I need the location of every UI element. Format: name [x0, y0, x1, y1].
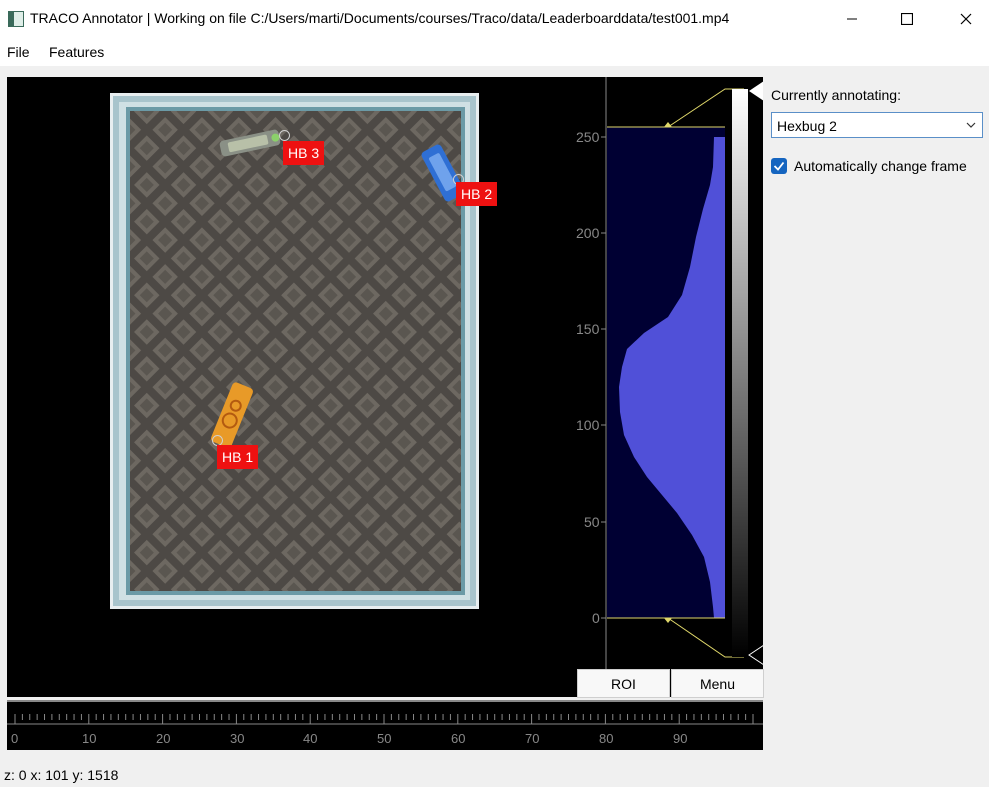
maximize-icon: [901, 13, 913, 25]
selected-target: Hexbug 2: [777, 118, 837, 134]
timeline-ruler: 0 10 20 30 40 50 60 70 80 90: [7, 700, 763, 746]
timeline-tick-60: 60: [451, 731, 465, 746]
tick-150: 150: [576, 321, 600, 337]
gradient-top-handle[interactable]: [749, 81, 763, 101]
auto-change-frame-checkbox[interactable]: [771, 158, 787, 174]
histogram-menu-button[interactable]: Menu: [671, 669, 764, 698]
tick-50: 50: [584, 514, 600, 530]
minimize-button[interactable]: [829, 0, 875, 38]
timeline-tick-70: 70: [525, 731, 539, 746]
hb3-marker[interactable]: [279, 130, 290, 141]
arena-image: [110, 93, 479, 609]
video-view[interactable]: HB 3 HB 2 HB 1 250 200 150 100 50 0 ROI …: [7, 77, 764, 698]
hb2-label: HB 2: [456, 182, 498, 206]
status-bar: z: 0 x: 101 y: 1518: [4, 767, 119, 783]
minimize-icon: [847, 18, 857, 20]
chevron-down-icon: [966, 122, 976, 128]
menu-file[interactable]: File: [7, 44, 30, 60]
app-icon: [8, 11, 24, 27]
timeline-tick-10: 10: [82, 731, 96, 746]
gradient-bottom-handle[interactable]: [748, 645, 763, 665]
frame-timeline[interactable]: 0 10 20 30 40 50 60 70 80 90: [7, 700, 763, 750]
close-button[interactable]: [943, 0, 989, 38]
currently-annotating-label: Currently annotating:: [771, 87, 901, 103]
timeline-tick-50: 50: [377, 731, 391, 746]
timeline-tick-20: 20: [156, 731, 170, 746]
hb3-label: HB 3: [283, 141, 325, 165]
window-title: TRACO Annotator | Working on file C:/Use…: [30, 10, 730, 26]
tick-100: 100: [576, 417, 600, 433]
title-bar: TRACO Annotator | Working on file C:/Use…: [0, 0, 989, 39]
tick-0: 0: [592, 610, 600, 626]
timeline-tick-90: 90: [673, 731, 687, 746]
tick-200: 200: [576, 225, 600, 241]
auto-change-frame-label[interactable]: Automatically change frame: [794, 158, 967, 174]
close-icon: [960, 13, 972, 25]
menu-bar: File Features: [0, 38, 989, 66]
timeline-tick-80: 80: [599, 731, 613, 746]
gradient-bar: [732, 89, 748, 657]
timeline-tick-30: 30: [230, 731, 244, 746]
menu-features[interactable]: Features: [49, 44, 104, 60]
timeline-tick-40: 40: [303, 731, 317, 746]
checkmark-icon: [773, 161, 785, 171]
roi-button[interactable]: ROI: [577, 669, 670, 698]
annotation-target-select[interactable]: Hexbug 2: [771, 112, 983, 138]
tick-250: 250: [576, 129, 600, 145]
histogram[interactable]: 250 200 150 100 50 0: [572, 77, 763, 669]
maximize-button[interactable]: [884, 0, 930, 38]
upper-level-handle[interactable]: [664, 122, 672, 127]
timeline-tick-0: 0: [11, 731, 18, 746]
hb1-label: HB 1: [217, 445, 259, 469]
